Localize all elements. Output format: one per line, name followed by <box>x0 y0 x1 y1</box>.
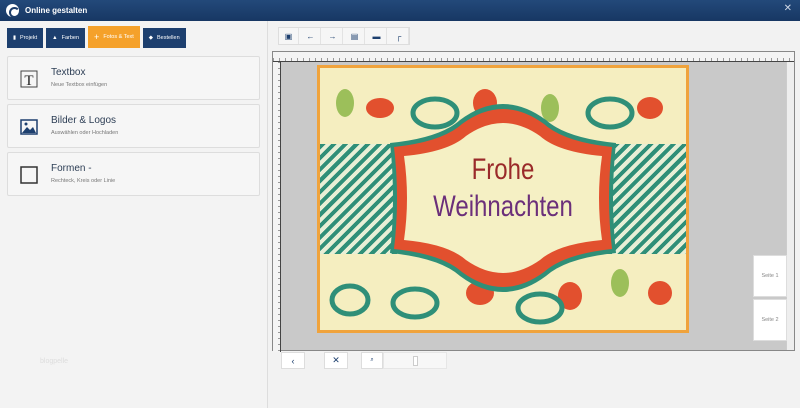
chevron-left-icon: ‹ <box>291 355 295 366</box>
basket-icon: ◆ <box>148 35 154 41</box>
item-title: Formen - <box>51 163 92 174</box>
save-icon[interactable]: ▣ <box>279 28 299 44</box>
undo-icon[interactable]: ← <box>301 28 321 44</box>
editor-toolbar: ▣ ← → ▤ ▬ ┌ <box>278 27 410 45</box>
zoom-button[interactable]: ⌕ <box>361 352 383 369</box>
item-subtitle: Neue Textbox einfügen <box>51 82 108 88</box>
crop-icon: ✕ <box>332 355 340 365</box>
tab-bar: ▮ Projekt ▲ Farben + Fotos & Text ◆ Bestelle… <box>7 26 186 48</box>
slider-handle[interactable] <box>412 355 418 366</box>
item-title: Bilder & Logos <box>51 115 117 126</box>
item-title: Textbox <box>51 67 86 78</box>
shapes-item[interactable]: Formen - Rechteck, Kreis oder Linie <box>7 152 260 196</box>
line-icon[interactable]: ▬ <box>367 28 387 44</box>
app-logo-icon <box>6 4 20 18</box>
item-subtitle: Auswählen oder Hochladen <box>51 130 119 136</box>
plus-icon: + <box>94 32 100 42</box>
left-panel: ▮ Projekt ▲ Farben + Fotos & Text ◆ Bestelle… <box>0 21 268 408</box>
images-logos-item[interactable]: Bilder & Logos Auswählen oder Hochladen <box>7 104 260 148</box>
design-canvas[interactable]: Frohe Weihnachten <box>272 51 795 352</box>
window-title: Online gestalten <box>25 6 88 15</box>
back-button[interactable]: ‹ <box>281 352 305 369</box>
tab-projekt[interactable]: ▮ Projekt <box>7 28 44 48</box>
vertical-scrollbar[interactable] <box>786 62 794 350</box>
tab-farben[interactable]: ▲ Farben <box>46 28 86 48</box>
ruler-horizontal <box>273 52 794 62</box>
greeting-line-2[interactable]: Weihnachten <box>357 190 650 224</box>
textbox-icon: T <box>20 70 38 88</box>
item-subtitle: Rechteck, Kreis oder Linie <box>51 178 116 184</box>
page-2-thumbnail[interactable]: Seite 2 <box>753 299 787 341</box>
svg-text:T: T <box>24 73 33 88</box>
page-1-thumbnail[interactable]: Seite 1 <box>753 255 787 297</box>
square-icon <box>20 166 38 184</box>
watermark: blogpelle <box>40 358 69 365</box>
search-icon: ⌕ <box>370 357 374 363</box>
tab-fotos-text[interactable]: + Fotos & Text <box>88 26 140 48</box>
textbox-item[interactable]: T Textbox Neue Textbox einfügen <box>7 56 260 100</box>
ruler-vertical <box>273 62 281 352</box>
file-icon: ▮ <box>13 35 17 41</box>
image-icon <box>20 119 38 135</box>
title-bar: Online gestalten ✕ <box>0 0 800 21</box>
bucket-icon: ▲ <box>52 35 58 41</box>
greeting-line-1[interactable]: Frohe <box>357 153 650 187</box>
page-icon[interactable]: ▤ <box>345 28 365 44</box>
redo-icon[interactable]: → <box>323 28 343 44</box>
corner-icon[interactable]: ┌ <box>389 28 409 44</box>
tab-bestellen[interactable]: ◆ Bestellen <box>142 28 186 48</box>
card-design[interactable]: Frohe Weihnachten <box>317 65 689 333</box>
close-button[interactable]: ✕ <box>784 3 792 14</box>
fit-button[interactable]: ✕ <box>324 352 348 369</box>
zoom-slider[interactable] <box>383 352 447 369</box>
